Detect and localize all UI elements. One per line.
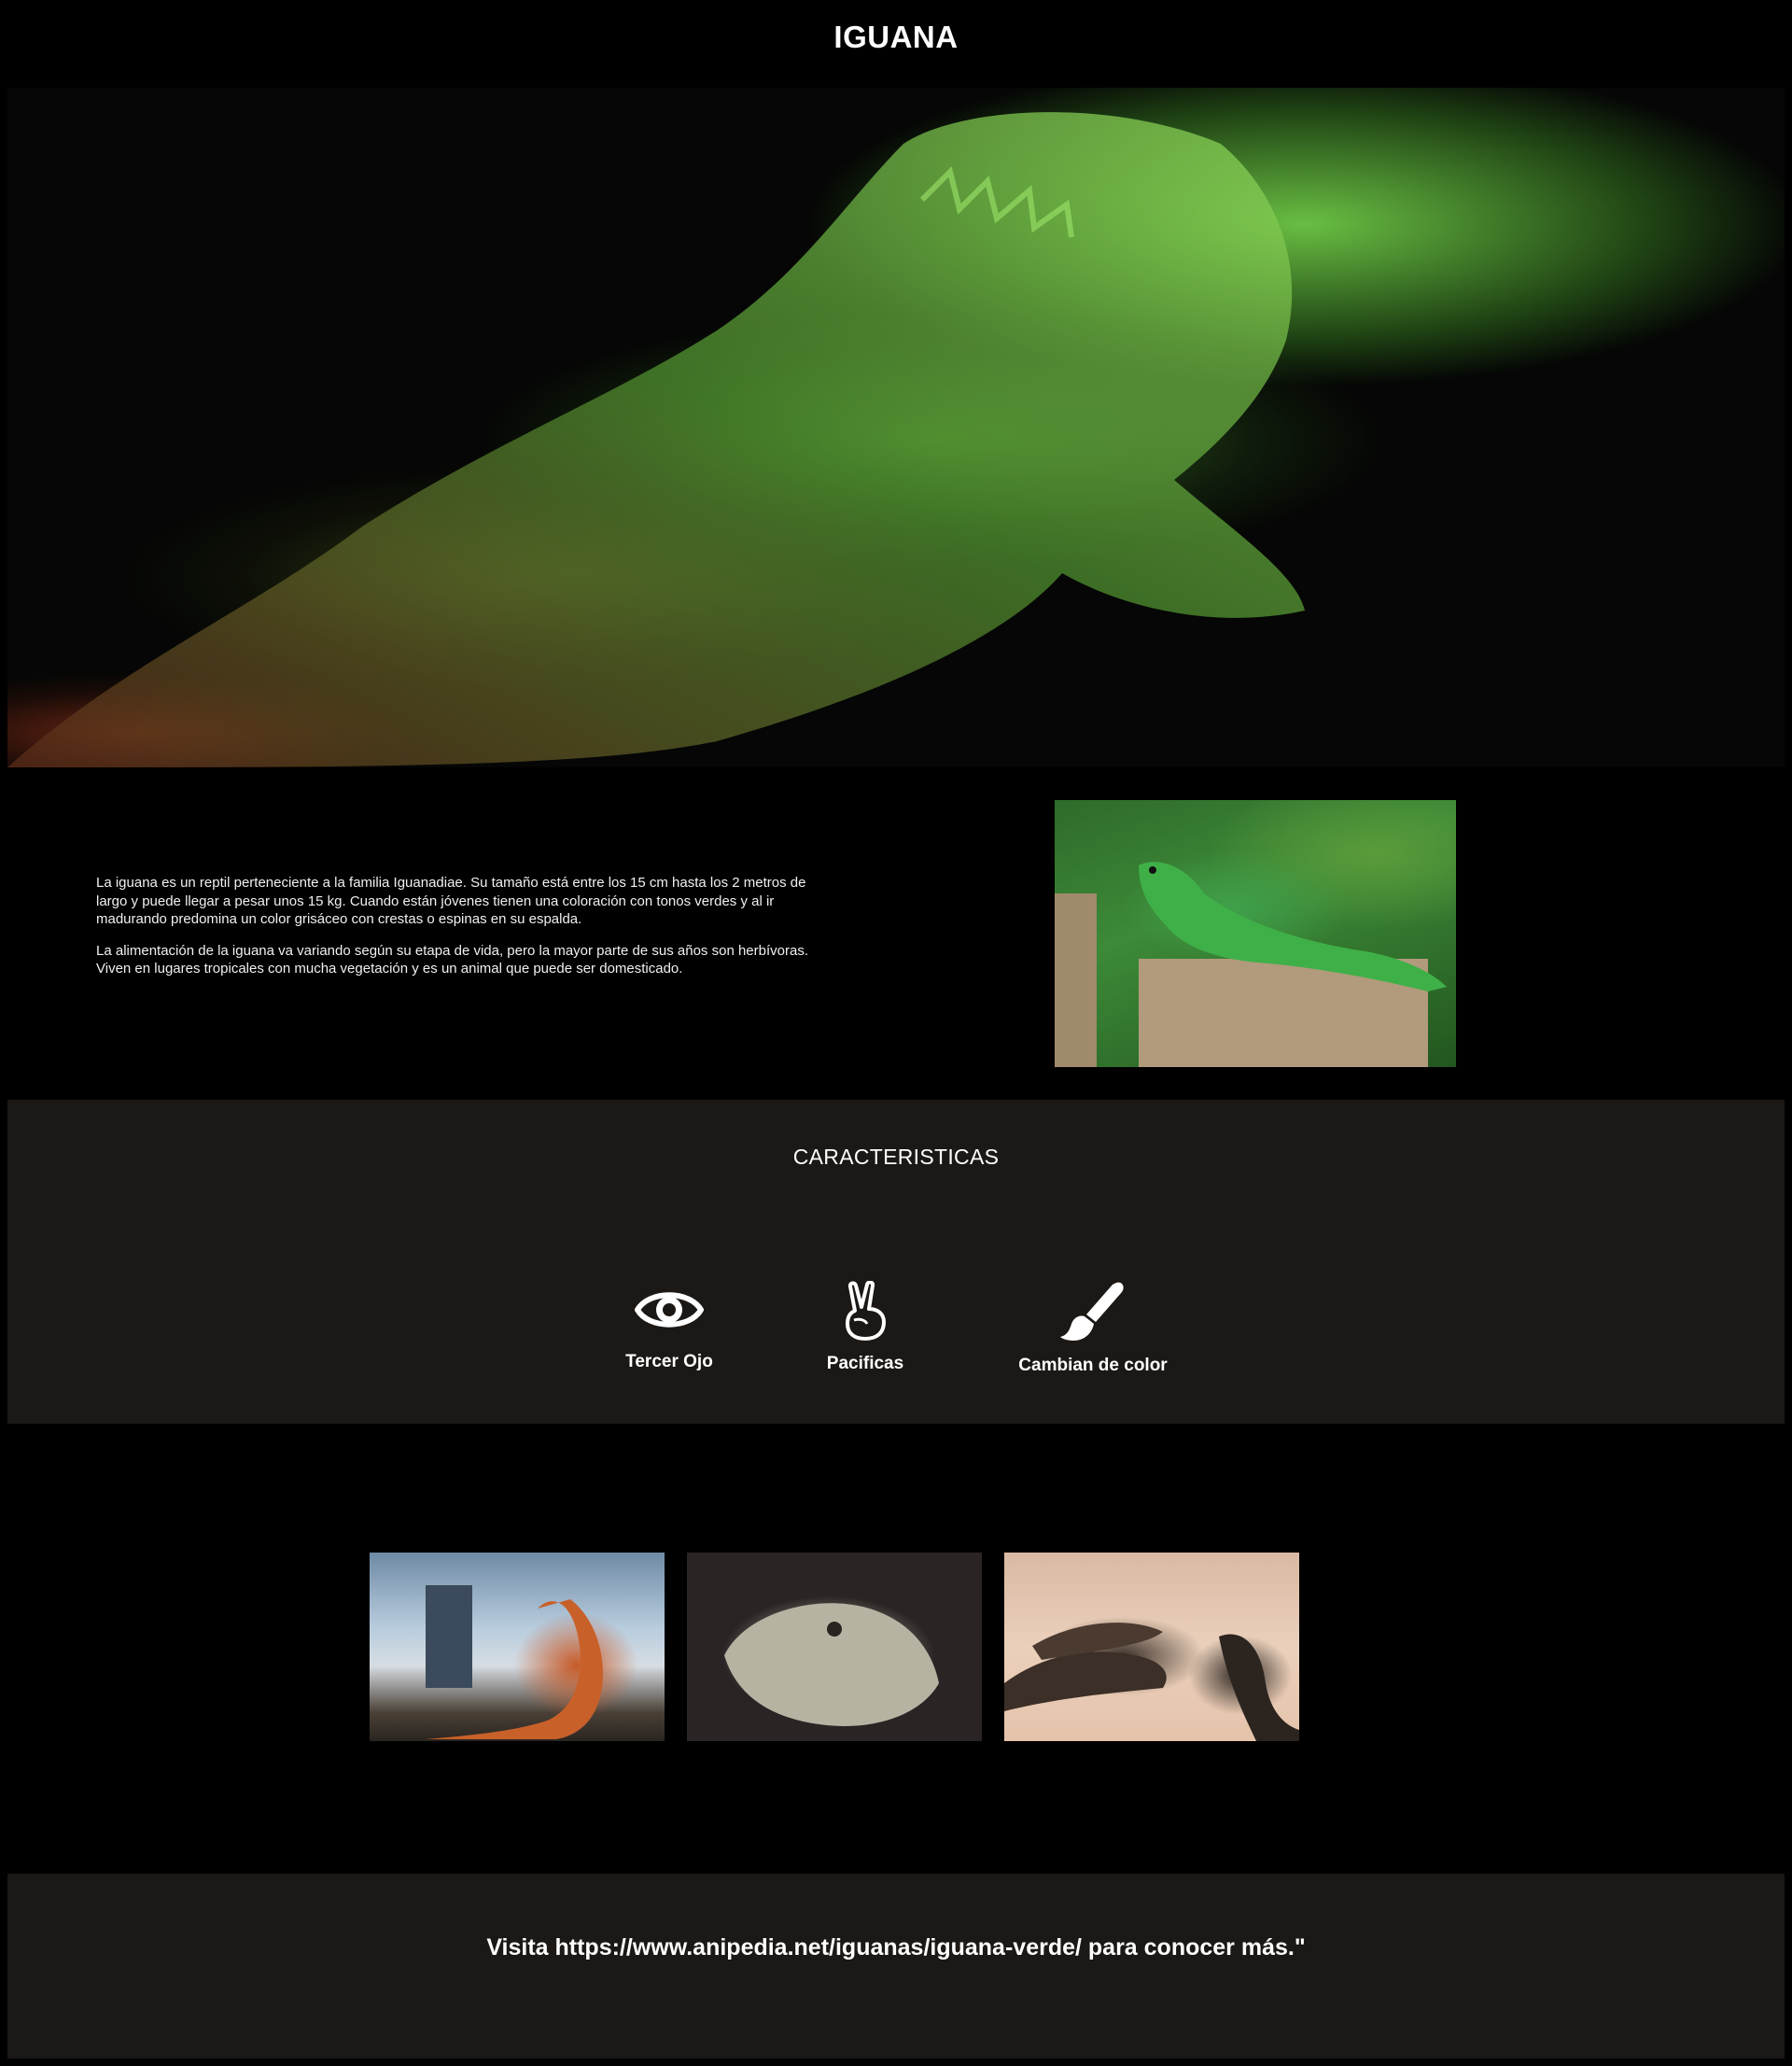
peace-hand-icon: [846, 1281, 886, 1341]
paint-brush-icon: [1060, 1282, 1124, 1341]
feature-cambian-color: Cambian de color: [972, 1281, 1214, 1376]
intro-text: La iguana es un reptil perteneciente a l…: [96, 874, 815, 991]
features-title: CARACTERISTICAS: [792, 1145, 1000, 1169]
page-title: IGUANA: [833, 20, 959, 54]
gallery-photo-iguanas-beach: [1004, 1553, 1299, 1741]
feature-label: Pacificas: [826, 1354, 904, 1373]
intro-paragraph: La alimentación de la iguana va variando…: [96, 942, 808, 977]
lizard-illustration: [7, 112, 1305, 767]
gallery-photo-orange-iguana: [370, 1553, 665, 1741]
intro-paragraph: La iguana es un reptil perteneciente a l…: [96, 875, 806, 927]
gallery-photo-iguana-head: [687, 1553, 982, 1741]
feature-pacificas: Pacificas: [744, 1281, 987, 1374]
feature-label: Cambian de color: [1018, 1356, 1168, 1375]
eye-icon: [635, 1292, 704, 1328]
hero-image: [7, 88, 1785, 767]
footer: [7, 1874, 1785, 2059]
footer-link-text[interactable]: Visita https://www.anipedia.net/iguanas/…: [0, 1934, 1792, 1961]
iguana-on-stump-photo: [1055, 800, 1456, 1067]
